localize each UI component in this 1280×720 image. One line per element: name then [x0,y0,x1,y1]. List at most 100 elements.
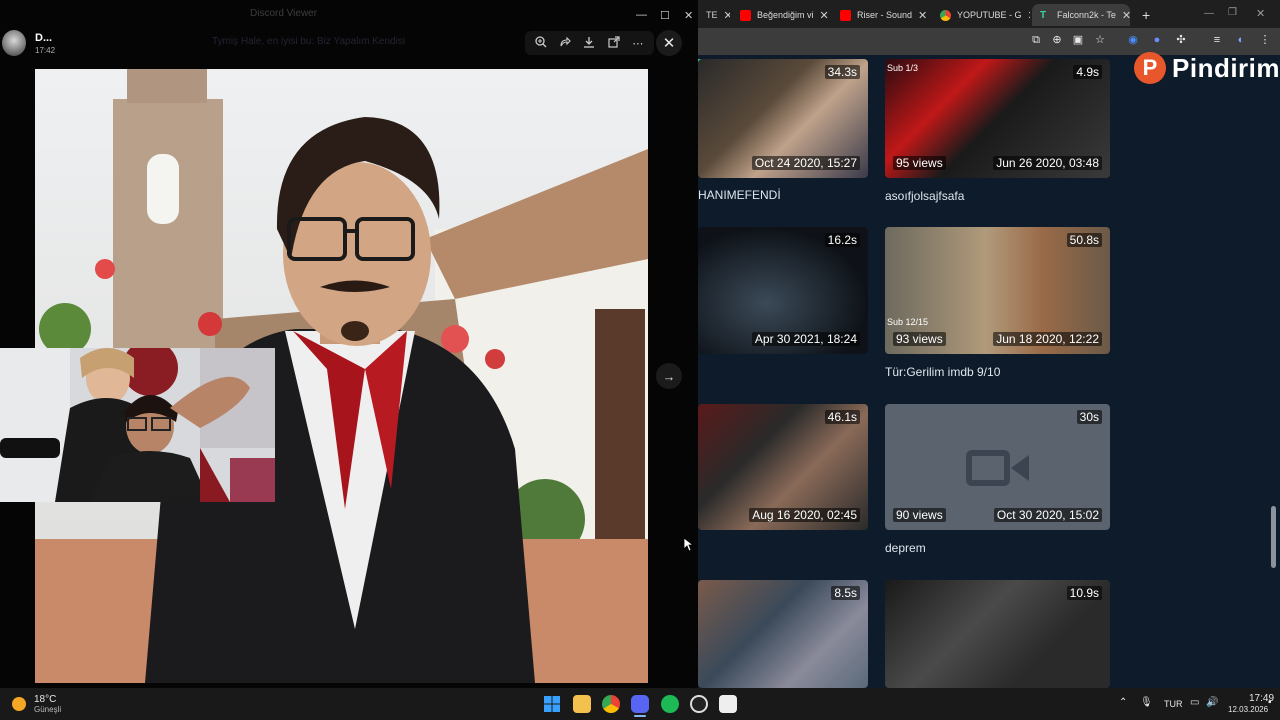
reading-list-icon[interactable]: ≡ [1210,33,1224,47]
tab-label: Beğendiğim vi [757,10,814,20]
open-external-icon[interactable] [606,35,622,51]
language-indicator[interactable]: TUR [1164,699,1183,709]
webcam-overlay [0,348,275,502]
video-date: Oct 30 2020, 15:02 [993,508,1102,522]
extension-icon[interactable]: ● [1150,33,1164,47]
video-date: Oct 24 2020, 15:27 [751,156,860,170]
show-hidden-icons[interactable]: ⌃ [1119,697,1127,708]
tab-label: YOPUTUBE - G [957,10,1022,20]
tab-label: Riser - Sound [857,10,913,20]
video-thumbnail[interactable]: 10.9s [885,580,1110,688]
extensions-puzzle-icon[interactable]: ✣ [1174,33,1188,47]
tab-partial[interactable]: TE ✕ [698,4,730,26]
tab-close-icon[interactable]: ✕ [820,9,829,22]
close-window-icon[interactable]: ✕ [1256,7,1265,20]
video-duration: 4.9s [1073,65,1102,79]
minimize-icon[interactable]: — [636,9,647,21]
author-name[interactable]: D... [35,32,52,44]
tab-close-icon[interactable]: ✕ [1028,9,1030,22]
chrome-icon [940,9,951,21]
image-action-bar: ⋯ [525,31,654,55]
display-icon[interactable]: ▭ [1190,697,1199,708]
video-title[interactable]: deprem [885,541,926,555]
video-thumbnail[interactable]: 8.5s [698,580,868,688]
video-views: 93 views [893,332,946,346]
video-duration: 50.8s [1066,233,1102,247]
video-title[interactable]: asoıfjolsajfsafa [885,189,964,203]
more-icon[interactable]: ⋯ [630,37,646,50]
start-windows-icon[interactable] [543,695,561,713]
tab-riser[interactable]: Riser - Sound ✕ [832,4,930,26]
tab-youtube-google[interactable]: YOPUTUBE - G ✕ [932,4,1030,26]
spotify-icon[interactable] [661,695,679,713]
video-date: Jun 26 2020, 03:48 [993,156,1102,170]
video-duration: 8.5s [831,586,860,600]
pindirim-logo[interactable]: P Pindirim [1134,52,1280,84]
avatar[interactable] [2,30,26,56]
extension-icon[interactable]: ◉ [1126,33,1140,47]
volume-icon[interactable]: 🔊 [1206,697,1218,708]
discord-icon[interactable] [631,695,649,713]
file-explorer-icon[interactable] [573,695,591,713]
tab-label: Falconn2k - Te [1057,10,1116,20]
forward-icon[interactable] [557,36,573,51]
youtube-icon [840,9,851,21]
youtube-icon [740,9,751,21]
message-time: 17:42 [35,46,56,55]
video-duration: 46.1s [824,410,860,424]
video-thumbnail[interactable]: 30s 90 views Oct 30 2020, 15:02 [885,404,1110,530]
bookmark-star-icon[interactable]: ☆ [1093,33,1107,47]
zoom-icon[interactable]: ⊕ [1050,33,1064,47]
menu-icon[interactable]: ⋮ [1258,33,1272,47]
page-scrollbar[interactable] [1271,506,1276,568]
weather-desc[interactable]: Güneşli [34,705,61,714]
tab-close-icon[interactable]: ✕ [918,9,927,22]
translate-icon[interactable]: ⧉ [1029,33,1043,47]
pindirim-logo-text: Pindirim [1172,52,1280,83]
profile-icon[interactable]: ◐ [1234,33,1248,47]
new-tab-button[interactable]: + [1134,4,1154,26]
tab-close-icon[interactable]: ✕ [1122,9,1130,22]
close-window-icon[interactable]: ✕ [684,9,693,22]
close-viewer-button[interactable]: ✕ [656,30,682,56]
video-thumbnail[interactable]: Sub 1/3 4.9s 95 views Jun 26 2020, 03:48 [885,59,1110,178]
zoom-in-icon[interactable] [533,35,549,51]
video-thumbnail[interactable]: Sub 12/15 50.8s 93 views Jun 18 2020, 12… [885,227,1110,354]
tab-falconn2k[interactable]: T Falconn2k - Te ✕ [1032,4,1130,26]
webcam-feed [0,348,275,502]
new-tab-label: + [1142,7,1151,23]
clock-date[interactable]: 12.03.2026 [1228,705,1268,714]
video-duration: 30s [1076,410,1102,424]
sun-icon [12,697,26,711]
tt-icon: T [1040,9,1047,21]
tab-liked-videos[interactable]: Beğendiğim vi ✕ [732,4,830,26]
minimize-icon[interactable]: — [1204,8,1214,19]
video-thumbnail[interactable]: 34.3s Oct 24 2020, 15:27 [698,59,868,178]
arrow-right-icon: → [662,368,676,384]
video-title[interactable]: Tür:Gerilim imdb 9/10 [885,365,1000,379]
close-icon: ✕ [662,35,676,52]
video-date: Aug 16 2020, 02:45 [749,508,860,522]
video-thumbnail[interactable]: 46.1s Aug 16 2020, 02:45 [698,404,868,530]
restore-icon[interactable]: ❐ [1228,7,1237,18]
video-date: Jun 18 2020, 12:22 [993,332,1102,346]
video-thumbnail[interactable]: 16.2s Apr 30 2021, 18:24 [698,227,868,354]
steam-icon[interactable] [690,695,708,713]
download-icon[interactable] [581,36,597,51]
video-title[interactable]: HANIMEFENDİ [698,188,781,202]
maximize-icon[interactable]: ☐ [660,9,670,22]
chrome-icon[interactable] [602,695,620,713]
weather-temp[interactable]: 18°C [34,694,56,705]
subtitle-count: Sub 1/3 [887,63,919,73]
video-views: 95 views [893,156,946,170]
capcut-icon[interactable] [719,695,737,713]
screenshot-icon[interactable]: ▣ [1071,33,1085,47]
video-duration: 34.3s [824,65,860,79]
background-text: Tymiş Hale, en iyisi bu: Biz Yapalım Ken… [212,36,406,47]
pindirim-logo-icon: P [1134,52,1166,84]
notifications-icon[interactable]: ▪ [1268,697,1272,708]
next-image-button[interactable]: → [656,363,682,389]
viewer-window-title: Discord Viewer [250,8,318,19]
microphone-icon[interactable]: 🎙 [1140,697,1153,708]
video-duration: 10.9s [1066,586,1102,600]
